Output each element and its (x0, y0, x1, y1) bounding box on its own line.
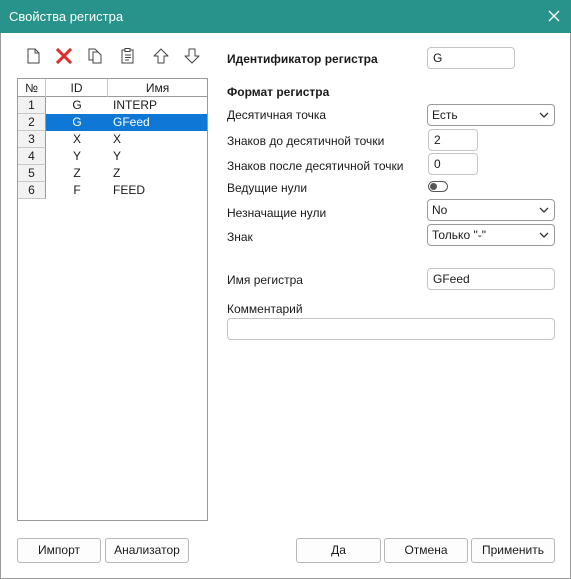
chevron-down-icon (539, 232, 549, 238)
arrow-down-icon[interactable] (183, 47, 201, 65)
paste-icon[interactable] (119, 47, 137, 65)
format-heading: Формат регистра (227, 85, 330, 99)
row-name-cell: X (113, 132, 122, 146)
register-table: № ID Имя 1 G INTERP 2 G GFeed 3 X X 4 Y Y 5 Z Z 6 F FEED (17, 78, 208, 521)
import-button[interactable]: Импорт (17, 538, 101, 563)
window-title: Свойства регистра (9, 9, 124, 24)
comment-label: Комментарий (227, 302, 303, 316)
copy-icon[interactable] (86, 47, 104, 65)
sign-select[interactable]: Только "-" (427, 224, 555, 246)
table-header: № ID Имя (18, 79, 207, 97)
register-name-label: Имя регистра (227, 273, 303, 287)
close-icon[interactable] (547, 9, 561, 23)
row-id-cell: G (72, 98, 82, 112)
ok-button[interactable]: Да (296, 538, 381, 563)
row-id-cell: Y (72, 149, 81, 163)
row-id-cell: X (72, 132, 81, 146)
column-header-name[interactable]: Имя (108, 79, 207, 97)
row-number-cell: 6 (18, 182, 46, 199)
row-id-cell: F (73, 183, 81, 197)
table-row[interactable]: 3 X X (18, 131, 207, 148)
trailing-zeros-value: No (432, 203, 448, 217)
chevron-down-icon (539, 207, 549, 213)
decimal-point-label: Десятичная точка (227, 108, 327, 122)
table-row[interactable]: 2 G GFeed (18, 114, 207, 131)
analyzer-button[interactable]: Анализатор (105, 538, 189, 563)
column-header-num[interactable]: № (18, 79, 46, 97)
cancel-button[interactable]: Отмена (384, 538, 468, 563)
digits-after-label: Знаков после десятичной точки (227, 159, 404, 173)
apply-button[interactable]: Применить (471, 538, 555, 563)
digits-after-input[interactable]: 0 (428, 153, 478, 175)
delete-icon[interactable] (55, 47, 73, 65)
chevron-down-icon (539, 112, 549, 118)
row-number-cell: 3 (18, 131, 46, 148)
row-name-cell: Z (113, 166, 121, 180)
row-number-cell: 4 (18, 148, 46, 165)
identifier-input[interactable]: G (427, 47, 515, 69)
digits-before-input[interactable]: 2 (428, 129, 478, 151)
row-id-cell: G (46, 114, 108, 131)
trailing-zeros-label: Незначащие нули (227, 206, 327, 220)
title-bar: Свойства регистра (0, 0, 571, 33)
sign-value: Только "-" (432, 228, 486, 242)
row-name-cell: INTERP (113, 98, 158, 112)
trailing-zeros-select[interactable]: No (427, 199, 555, 221)
register-name-input[interactable]: GFeed (427, 268, 555, 290)
table-row[interactable]: 4 Y Y (18, 148, 207, 165)
row-name-cell: FEED (113, 183, 146, 197)
decimal-point-select[interactable]: Есть (427, 104, 555, 126)
sign-label: Знак (227, 230, 253, 244)
row-id-cell: Z (73, 166, 81, 180)
row-name-cell: Y (113, 149, 122, 163)
row-number-cell: 2 (18, 114, 46, 131)
table-row[interactable]: 6 F FEED (18, 182, 207, 199)
table-row[interactable]: 1 G INTERP (18, 97, 207, 114)
row-number-cell: 1 (18, 97, 46, 114)
leading-zeros-toggle[interactable] (428, 181, 448, 192)
new-icon[interactable] (24, 47, 42, 65)
leading-zeros-label: Ведущие нули (227, 181, 308, 195)
arrow-up-icon[interactable] (152, 47, 170, 65)
identifier-label: Идентификатор регистра (227, 52, 378, 66)
digits-before-label: Знаков до десятичной точки (227, 134, 385, 148)
table-row[interactable]: 5 Z Z (18, 165, 207, 182)
decimal-point-value: Есть (432, 108, 458, 122)
toggle-knob (430, 183, 437, 190)
row-name-cell: GFeed (108, 114, 207, 131)
comment-input[interactable] (227, 318, 555, 340)
row-number-cell: 5 (18, 165, 46, 182)
column-header-id[interactable]: ID (46, 79, 108, 97)
